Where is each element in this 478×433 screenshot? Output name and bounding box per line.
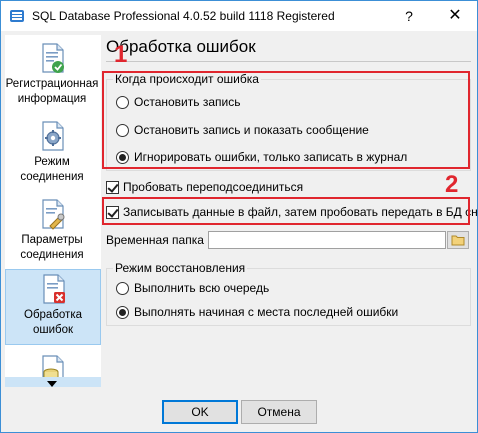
error-handling-icon [43, 274, 65, 304]
title-bar[interactable]: SQL Database Professional 4.0.52 build 1… [1, 1, 477, 31]
temp-folder-label: Временная папка [106, 233, 204, 247]
page-title: Обработка ошибок [106, 37, 256, 56]
dialog-window: SQL Database Professional 4.0.52 build 1… [0, 0, 478, 433]
sidebar-item-registration[interactable]: Регистрационная информация [5, 39, 101, 115]
dialog-footer: OK Отмена [1, 389, 477, 432]
registration-doc-icon [42, 43, 64, 73]
sidebar: Регистрационная информация Режим соедине… [5, 35, 101, 387]
reconnect-checkbox-row[interactable]: Пробовать переподсоединиться [106, 179, 406, 195]
checkbox-label: Пробовать переподсоединиться [123, 180, 304, 194]
radio-resume-from-last-error[interactable]: Выполнять начиная с места последней ошиб… [116, 304, 456, 320]
close-button[interactable]: ✕ [444, 5, 466, 27]
chevron-down-icon [47, 381, 57, 387]
annotation-number-1: 1 [114, 41, 128, 68]
sidebar-item-error-handling[interactable]: Обработка ошибок [5, 269, 101, 345]
sidebar-item-connection-mode[interactable]: Режим соединения [5, 117, 101, 193]
recovery-mode-group: Режим восстановления Выполнить всю очере… [106, 261, 471, 326]
radio-run-whole-queue[interactable]: Выполнить всю очередь [116, 280, 456, 296]
sidebar-scroll-down[interactable] [5, 377, 101, 387]
radio-circle[interactable] [116, 306, 129, 319]
annotation-number-2: 2 [445, 171, 459, 198]
title-divider [106, 61, 471, 62]
sidebar-item-label: Обработка ошибок [24, 309, 82, 336]
sidebar-item-label: Параметры соединения [20, 234, 84, 261]
group-legend: Режим восстановления [113, 261, 248, 275]
sidebar-item-label: Регистрационная информация [5, 78, 99, 105]
cancel-button[interactable]: Отмена [241, 400, 317, 424]
folder-icon [451, 235, 465, 246]
annotation-box-2 [102, 197, 470, 225]
help-button[interactable]: ? [399, 5, 419, 27]
sidebar-item-label: Режим соединения [20, 156, 84, 183]
app-icon [10, 10, 24, 22]
browse-folder-button[interactable] [447, 231, 469, 249]
radio-label: Выполнить всю очередь [134, 281, 270, 295]
reconnect-checkbox[interactable] [106, 181, 119, 194]
radio-circle[interactable] [116, 282, 129, 295]
ok-button[interactable]: OK [162, 400, 238, 424]
radio-label: Выполнять начиная с места последней ошиб… [134, 305, 399, 319]
dialog-content: Регистрационная информация Режим соедине… [1, 31, 478, 389]
sidebar-item-connection-params[interactable]: Параметры соединения [5, 195, 101, 271]
connection-mode-gear-icon [42, 121, 64, 151]
annotation-box-1 [102, 71, 470, 169]
temp-folder-input[interactable] [208, 231, 446, 249]
window-title: SQL Database Professional 4.0.52 build 1… [32, 9, 335, 23]
connection-params-wrench-icon [42, 199, 65, 230]
